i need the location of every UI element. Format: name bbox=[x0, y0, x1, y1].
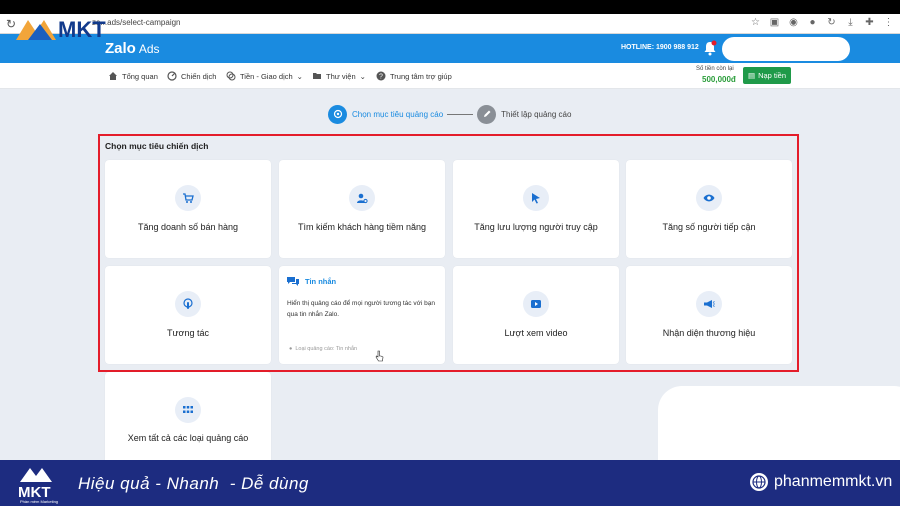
grid-icon bbox=[175, 397, 201, 423]
objective-card-traffic[interactable]: Tăng lưu lượng người truy cập bbox=[453, 160, 619, 258]
target-icon bbox=[328, 104, 347, 124]
objective-card-sales[interactable]: Tăng doanh số bán hàng bbox=[105, 160, 271, 258]
topup-button[interactable]: ▤ Nạp tiền bbox=[743, 67, 791, 84]
eye-icon bbox=[696, 185, 722, 211]
browser-extensions: ☆ ▣ ◉ ● ↻ ⤓ ✚ ⋮ bbox=[750, 17, 894, 28]
star-icon[interactable]: ☆ bbox=[750, 17, 761, 28]
money-icon bbox=[226, 71, 236, 81]
svg-text:?: ? bbox=[379, 74, 383, 81]
messages-header: Tin nhắn bbox=[287, 276, 336, 287]
nav-campaigns[interactable]: Chiến dịch bbox=[167, 71, 216, 81]
help-icon: ? bbox=[376, 71, 386, 81]
nav-overview[interactable]: Tổng quan bbox=[108, 71, 158, 81]
ad-type-label: ● Loại quảng cáo: Tin nhắn bbox=[289, 346, 358, 352]
extension-icon[interactable]: ✚ bbox=[864, 17, 875, 28]
extension-icon[interactable]: ● bbox=[807, 17, 818, 28]
objective-card-leads[interactable]: Tìm kiếm khách hàng tiềm năng bbox=[279, 160, 445, 258]
objective-card-reach[interactable]: Tăng số người tiếp cận bbox=[626, 160, 792, 258]
footer-slogan: Hiệu quả - Nhanh - Dễ dùng bbox=[78, 474, 309, 493]
chevron-down-icon: ⌄ bbox=[359, 71, 366, 81]
cursor-icon bbox=[523, 185, 549, 211]
app-header: Zalo Ads HOTLINE: 1900 988 912 bbox=[0, 34, 900, 63]
svg-text:Phần mềm Marketing: Phần mềm Marketing bbox=[20, 499, 58, 504]
browser-toolbar: ↻ za...ads/select-campaign ☆ ▣ ◉ ● ↻ ⤓ ✚… bbox=[0, 14, 900, 34]
pencil-icon bbox=[477, 104, 497, 124]
extension-icon[interactable]: ◉ bbox=[788, 17, 799, 28]
objective-card-view-all[interactable]: Xem tất cả các loại quảng cáo bbox=[105, 372, 271, 470]
megaphone-icon bbox=[696, 291, 722, 317]
nav-transactions[interactable]: Tiền - Giao dịch ⌄ bbox=[226, 71, 303, 81]
section-title: Chọn mục tiêu chiến dịch bbox=[105, 141, 209, 151]
notification-bell-icon[interactable] bbox=[703, 40, 717, 56]
objective-card-messages[interactable]: Tin nhắn Hiển thị quảng cáo để mọi người… bbox=[279, 266, 445, 364]
svg-text:MKT: MKT bbox=[58, 17, 106, 42]
chat-icon bbox=[287, 277, 299, 286]
nav-library[interactable]: Thư viện ⌄ bbox=[312, 71, 366, 81]
step-choose-objective[interactable]: Chọn mục tiêu quảng cáo bbox=[328, 104, 443, 124]
mouse-pointer-icon bbox=[375, 350, 384, 362]
promo-footer-banner: MKT Phần mềm Marketing Hiệu quả - Nhanh … bbox=[0, 460, 900, 506]
campaign-icon bbox=[167, 71, 177, 81]
download-icon[interactable]: ⤓ bbox=[845, 17, 856, 28]
mkt-footer-logo: MKT Phần mềm Marketing bbox=[18, 468, 58, 504]
messages-description: Hiển thị quảng cáo để mọi người tương tá… bbox=[287, 300, 435, 318]
hotline-text: HOTLINE: 1900 988 912 bbox=[621, 44, 699, 51]
balance-label: Số tiền còn lại bbox=[696, 66, 734, 72]
cart-icon bbox=[175, 185, 201, 211]
nav-help-center[interactable]: ? Trung tâm trợ giúp bbox=[376, 71, 452, 81]
globe-icon bbox=[750, 473, 768, 491]
stepper: Chọn mục tiêu quảng cáo Thiết lập quảng … bbox=[328, 104, 571, 124]
tag-icon: ● bbox=[289, 346, 293, 352]
step-setup-ad[interactable]: Thiết lập quảng cáo bbox=[477, 104, 571, 124]
objective-card-engagement[interactable]: Tương tác bbox=[105, 266, 271, 364]
extension-icon[interactable]: ↻ bbox=[826, 17, 837, 28]
chevron-down-icon: ⌄ bbox=[296, 71, 303, 81]
user-search-icon bbox=[349, 185, 375, 211]
home-icon bbox=[109, 72, 117, 80]
mkt-watermark-logo: MKT bbox=[16, 17, 106, 42]
folder-icon bbox=[313, 73, 321, 79]
extension-icon[interactable]: ▣ bbox=[769, 17, 780, 28]
play-icon bbox=[523, 291, 549, 317]
step-connector bbox=[447, 113, 474, 115]
top-black-bar bbox=[0, 0, 900, 14]
menu-icon[interactable]: ⋮ bbox=[883, 17, 894, 28]
footer-website[interactable]: phanmemmkt.vn bbox=[750, 473, 892, 491]
touch-icon bbox=[175, 291, 201, 317]
objective-card-video-views[interactable]: Lượt xem video bbox=[453, 266, 619, 364]
objective-card-brand-awareness[interactable]: Nhận diện thương hiệu bbox=[626, 266, 792, 364]
balance-value: 500,000đ bbox=[702, 75, 736, 84]
wallet-icon: ▤ bbox=[747, 71, 756, 80]
account-menu[interactable] bbox=[722, 37, 850, 61]
